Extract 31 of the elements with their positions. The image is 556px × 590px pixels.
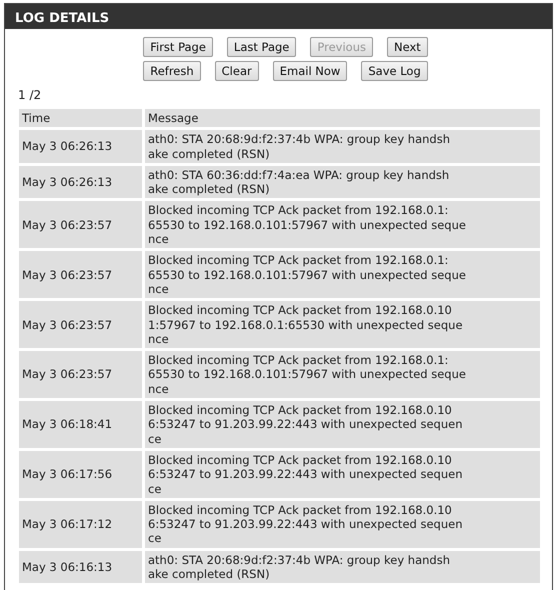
message-cell: Blocked incoming TCP Ack packet from 192.168.0.10 1:57967 to 192.168.0.1:65530 with unexpected seque nce xyxy=(145,301,540,348)
time-cell: May 3 06:23:57 xyxy=(19,201,142,248)
time-cell: May 3 06:23:57 xyxy=(19,251,142,298)
message-cell: Blocked incoming TCP Ack packet from 192.168.0.1: 65530 to 192.168.0.101:57967 with unexpected seque nce xyxy=(145,351,540,398)
log-button[interactable]: Save Log xyxy=(361,61,428,81)
time-cell: May 3 06:26:13 xyxy=(19,166,142,198)
message-cell: Blocked incoming TCP Ack packet from 192.168.0.1: 65530 to 192.168.0.101:57967 with unexpected seque nce xyxy=(145,251,540,298)
time-cell: May 3 06:18:41 xyxy=(19,401,142,448)
message-cell: Blocked incoming TCP Ack packet from 192.168.0.10 6:53247 to 91.203.99.22:443 with unexpected sequen ce xyxy=(145,450,540,498)
column-header: Time xyxy=(19,109,142,128)
message-cell: Blocked incoming TCP Ack packet from 192.168.0.10 6:53247 to 91.203.99.22:443 with unexpected sequen ce xyxy=(145,500,540,548)
log-button[interactable]: Clear xyxy=(214,61,259,81)
message-cell: ath0: STA 60:36:dd:f7:4a:ea WPA: group key handsh ake completed (RSN) xyxy=(145,166,540,198)
message-cell: Blocked incoming TCP Ack packet from 192.168.0.10 6:53247 to 91.203.99.22:443 with unexpected sequen ce xyxy=(145,401,540,448)
panel-title: LOG DETAILS xyxy=(5,4,552,29)
page-indicator: 1 /2 xyxy=(17,87,42,104)
message-cell: ath0: STA 20:68:9d:f2:37:4b WPA: group key handsh ake completed (RSN) xyxy=(145,550,540,584)
time-cell: May 3 06:26:13 xyxy=(19,130,142,163)
log-button[interactable]: Email Now xyxy=(272,61,348,81)
log-button[interactable]: Last Page xyxy=(226,37,296,57)
time-cell: May 3 06:23:57 xyxy=(19,301,142,348)
time-cell: May 3 06:23:57 xyxy=(19,351,142,398)
time-cell: May 3 06:16:13 xyxy=(19,550,142,584)
message-cell: ath0: STA 20:68:9d:f2:37:4b WPA: group key handsh ake completed (RSN) xyxy=(145,130,540,163)
log-button[interactable]: Next xyxy=(386,37,428,57)
message-cell: Blocked incoming TCP Ack packet from 192.168.0.1: 65530 to 192.168.0.101:57967 with unexpected seque nce xyxy=(145,201,540,248)
log-button[interactable]: Refresh xyxy=(143,61,201,81)
time-cell: May 3 06:17:56 xyxy=(19,450,142,498)
log-button[interactable]: First Page xyxy=(143,37,213,57)
time-cell: May 3 06:17:12 xyxy=(19,500,142,548)
column-header: Message xyxy=(145,109,540,128)
